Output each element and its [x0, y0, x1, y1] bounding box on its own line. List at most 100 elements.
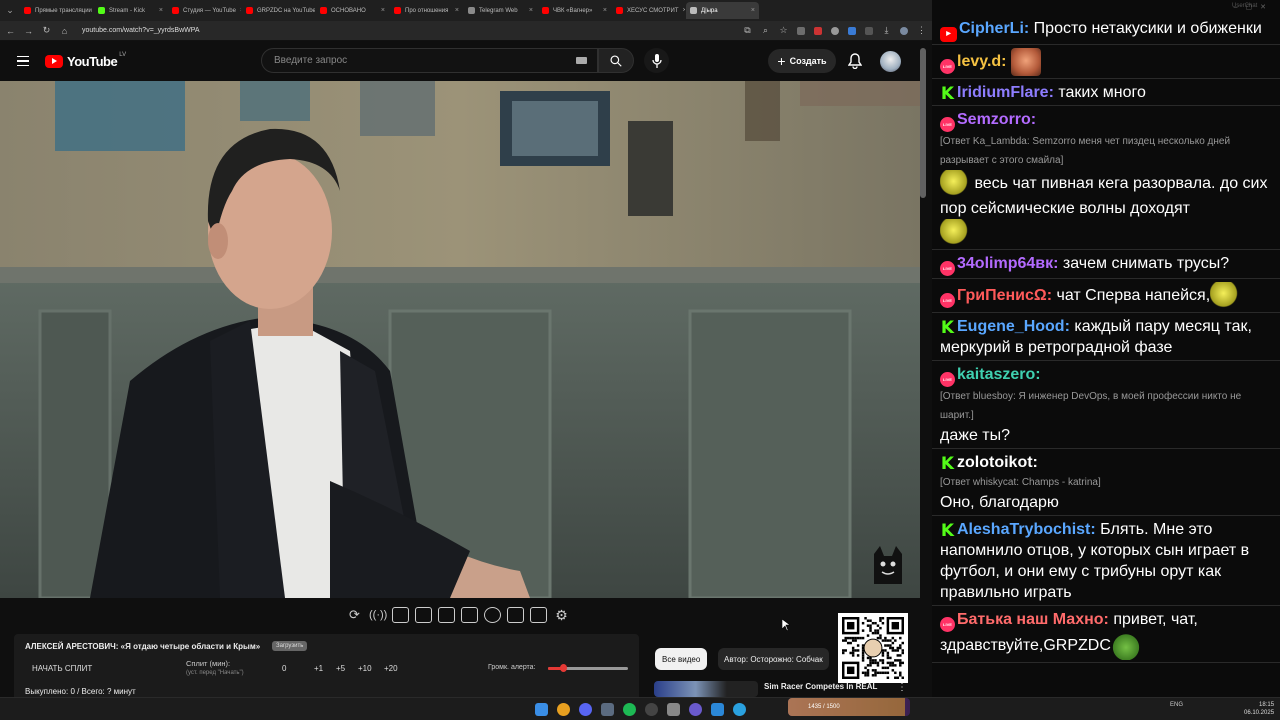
download-icon[interactable]: ⤓ — [882, 25, 891, 36]
reload-icon[interactable]: ↻ — [42, 25, 51, 36]
tab-close-icon[interactable]: × — [455, 7, 459, 14]
slider-thumb[interactable] — [560, 664, 568, 672]
obs-icon[interactable] — [645, 703, 658, 716]
page-scrollbar[interactable] — [920, 48, 926, 198]
bookmark-star-icon[interactable]: ☆ — [779, 25, 788, 36]
search-icon — [610, 54, 622, 67]
install-icon[interactable]: ⧉ — [743, 25, 752, 36]
voice-search-button[interactable] — [644, 48, 669, 73]
chip-all-videos[interactable]: Все видео — [655, 648, 708, 670]
broadcast-icon[interactable]: ((·)) — [369, 607, 387, 623]
notifications-bell-icon[interactable] — [848, 53, 862, 69]
tab-close-icon[interactable]: × — [683, 7, 685, 14]
youtube-logo-text: YouTube — [67, 53, 118, 69]
add-playlist-icon[interactable] — [507, 607, 524, 623]
tab-close-icon[interactable]: × — [529, 7, 533, 14]
tab-close-icon[interactable]: × — [159, 7, 163, 14]
tab-close-icon[interactable]: × — [751, 7, 755, 14]
chat-username[interactable]: kaitaszero: — [957, 366, 1041, 383]
search-button[interactable] — [598, 48, 634, 73]
chat-username[interactable]: levy.d: — [957, 53, 1007, 70]
telegram-icon[interactable] — [733, 703, 746, 716]
chat-username[interactable]: 34olimp64вк: — [957, 255, 1058, 272]
browser-tab[interactable]: Telegram Web × — [464, 2, 537, 19]
video-player[interactable] — [0, 81, 920, 598]
tab-search-icon[interactable]: ⌄ — [0, 0, 20, 21]
browser-tab[interactable]: Прямые трансляции× — [20, 2, 93, 19]
extension-blue-icon[interactable] — [848, 26, 856, 35]
clock[interactable]: 18:15 06.10.2025 — [1244, 701, 1274, 717]
chat-username[interactable]: Semzorro: — [957, 111, 1036, 128]
browser-tab[interactable]: Студия — YouTube × — [168, 2, 241, 19]
vs-code-icon[interactable] — [711, 703, 724, 716]
chat-text: Оно, благодарю — [940, 494, 1059, 511]
search-input[interactable]: Введите запрос — [261, 48, 598, 73]
increment-1-button[interactable]: +1 — [314, 664, 323, 673]
chat-message: K AleshaTrybochist: Блять. Мне это напомн… — [932, 516, 1280, 606]
chat-username[interactable]: IridiumFlare: — [957, 84, 1054, 101]
settings-gear-icon[interactable]: ⚙ — [553, 607, 570, 623]
account-avatar[interactable] — [880, 51, 901, 72]
alert-volume-slider[interactable] — [548, 664, 628, 672]
forward-icon[interactable]: → — [24, 26, 33, 36]
extension-circle-icon[interactable] — [831, 26, 839, 35]
address-bar-url[interactable]: youtube.com/watch?v=_yyrdsBwWPA — [82, 27, 734, 34]
tab-close-icon[interactable]: × — [240, 7, 241, 14]
browser-tab[interactable]: ОСНОВАНО × — [316, 2, 389, 19]
browser-tab[interactable]: ХЕСУС СМОТРИТ × — [612, 2, 685, 19]
clapperboard-icon[interactable] — [415, 607, 432, 623]
browser-tab[interactable]: GRPZDC на YouTube × — [242, 2, 315, 19]
tab-close-icon[interactable]: × — [603, 7, 607, 14]
extension-icon[interactable] — [797, 26, 805, 35]
speed-gauge-icon[interactable] — [484, 607, 501, 623]
tab-close-icon[interactable]: × — [381, 7, 385, 14]
picture-settings-icon[interactable] — [392, 607, 409, 623]
create-button[interactable]: + Создать — [768, 49, 836, 73]
youtube-logo[interactable]: YouTube LV — [45, 51, 127, 69]
menu-dots-icon[interactable]: ⋮ — [917, 25, 926, 36]
tab-favicon-icon — [98, 7, 105, 14]
back-icon[interactable]: ← — [6, 26, 15, 36]
home-icon[interactable]: ⌂ — [60, 26, 69, 36]
keyboard-icon[interactable] — [576, 57, 587, 64]
browser-tab[interactable]: ЧВК «Вагнер» × — [538, 2, 611, 19]
chat-username[interactable]: ГриПенисΩ: — [957, 287, 1052, 304]
increment-20-button[interactable]: +20 — [384, 664, 398, 673]
screen-icon[interactable] — [438, 607, 455, 623]
increment-5-button[interactable]: +5 — [336, 664, 345, 673]
spotify-icon[interactable] — [623, 703, 636, 716]
extension-record-icon[interactable] — [814, 26, 822, 35]
region-code: LV — [119, 51, 127, 58]
keyboard-language[interactable]: ENG — [1170, 702, 1183, 708]
load-badge[interactable]: Загрузить — [272, 641, 308, 651]
extension-puzzle-icon[interactable] — [865, 26, 873, 35]
browser-tab[interactable]: Про отношения × — [390, 2, 463, 19]
browser-tab[interactable]: Д|ыра × — [686, 2, 759, 19]
start-split-button[interactable]: НАЧАТЬ СПЛИТ — [32, 664, 92, 673]
hamburger-menu-icon[interactable] — [17, 55, 29, 67]
start-windows-icon[interactable] — [535, 703, 548, 716]
profile-icon[interactable] — [900, 26, 908, 35]
theater-icon[interactable] — [461, 607, 478, 623]
recommendation-thumbnail[interactable] — [654, 681, 758, 697]
tab-favicon-icon — [172, 7, 179, 14]
loop-icon[interactable]: ⟳ — [346, 607, 363, 623]
chip-author[interactable]: Автор: Осторожно: Собчак — [718, 648, 829, 670]
split-minutes-value[interactable]: 0 — [282, 664, 286, 673]
tab-favicon-icon — [468, 7, 475, 14]
discord-icon[interactable] — [579, 703, 592, 716]
steam-icon[interactable] — [601, 703, 614, 716]
chat-username[interactable]: AleshaTrybochist: — [957, 521, 1096, 538]
chat-username[interactable]: zolotoikot: — [957, 454, 1038, 471]
chrome-icon[interactable] — [557, 703, 570, 716]
screenshot-camera-icon[interactable] — [530, 607, 547, 623]
zoom-icon[interactable]: ⌕ — [761, 25, 770, 36]
chat-username[interactable]: Eugene_Hood: — [957, 318, 1070, 335]
chat-username[interactable]: Батька наш Махно: — [957, 611, 1109, 628]
chat-username[interactable]: CipherLi: — [959, 20, 1029, 37]
media-player-icon[interactable] — [689, 703, 702, 716]
app-icon[interactable] — [667, 703, 680, 716]
increment-10-button[interactable]: +10 — [358, 664, 372, 673]
browser-tab[interactable]: Stream - Kick × — [94, 2, 167, 19]
window-controls[interactable]: –▢✕ — [1234, 3, 1274, 11]
